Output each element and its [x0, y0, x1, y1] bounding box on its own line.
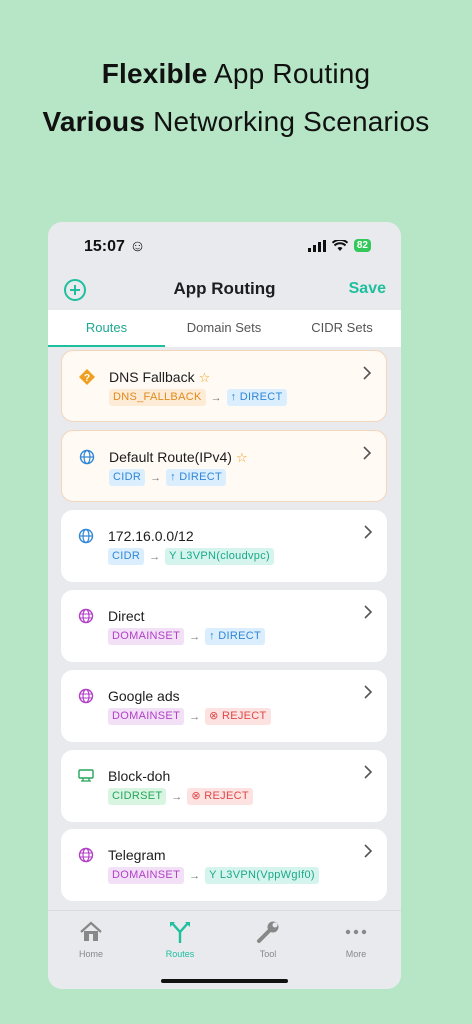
tabbar-more[interactable]: More — [326, 919, 386, 959]
route-title: Block-doh — [108, 768, 171, 784]
save-button[interactable]: Save — [349, 280, 386, 298]
star-icon: ☆ — [235, 450, 248, 465]
route-card[interactable]: Default Route(IPv4) ☆ CIDR → ↑ DIRECT — [61, 430, 387, 502]
tabbar-more-label: More — [345, 949, 367, 959]
route-card[interactable]: 172.16.0.0/12 CIDR → Y L3VPN(cloudvpc) — [61, 510, 387, 582]
route-card[interactable]: Google ads DOMAINSET → ⊗ REJECT — [61, 670, 387, 742]
routes-icon — [170, 922, 190, 943]
target-tag: ⊗ REJECT — [187, 788, 253, 805]
headline-line-1: Flexible App Routing — [101, 58, 371, 89]
smiley-icon: ☺ — [129, 238, 146, 255]
tab-domain-sets[interactable]: Domain Sets — [165, 320, 283, 335]
tabbar-home-label: Home — [78, 949, 103, 959]
signal-icon — [307, 239, 326, 252]
target-tag: ↑ DIRECT — [166, 469, 226, 486]
globe-icon — [79, 449, 95, 465]
arrow-icon: → — [171, 790, 183, 803]
route-title: Telegram — [108, 847, 166, 863]
segment-tabs: Routes Domain Sets CIDR Sets — [48, 310, 401, 347]
tab-indicator — [48, 345, 165, 347]
tab-cidr-sets[interactable]: CIDR Sets — [283, 320, 401, 335]
source-tag: CIDR — [108, 548, 145, 565]
wifi-icon — [331, 239, 348, 251]
arrow-icon: → — [189, 630, 201, 643]
tab-routes[interactable]: Routes — [48, 320, 165, 335]
route-card[interactable]: Block-doh CIDRSET → ⊗ REJECT — [61, 750, 387, 822]
home-icon — [80, 921, 102, 941]
target-tag: ⊗ REJECT — [205, 708, 271, 725]
source-tag: CIDRSET — [108, 788, 167, 805]
chevron-right-icon — [363, 366, 372, 380]
navbar: App Routing Save — [48, 272, 401, 310]
globe-grid-icon — [78, 608, 94, 624]
arrow-icon: → — [210, 391, 222, 404]
more-icon — [345, 929, 367, 935]
home-indicator[interactable] — [161, 979, 288, 983]
target-tag: Y L3VPN(VppWgIf0) — [205, 867, 319, 884]
globe-icon — [78, 528, 94, 544]
globe-grid-icon — [78, 847, 94, 863]
route-card[interactable]: Telegram DOMAINSET → Y L3VPN(VppWgIf0) — [61, 829, 387, 901]
route-title: Default Route(IPv4) — [109, 449, 232, 465]
route-title: Google ads — [108, 688, 180, 704]
chevron-right-icon — [364, 685, 373, 699]
status-time: 15:07 ☺ — [84, 238, 146, 255]
bottom-tab-bar: Home Routes Tool More — [48, 910, 401, 989]
tabbar-routes-label: Routes — [165, 949, 195, 959]
wrench-icon — [257, 921, 279, 943]
globe-grid-icon — [78, 688, 94, 704]
tabbar-routes[interactable]: Routes — [150, 919, 210, 959]
chevron-right-icon — [364, 605, 373, 619]
tabbar-tool-label: Tool — [259, 949, 277, 959]
chevron-right-icon — [364, 525, 373, 539]
route-card[interactable]: ? DNS Fallback ☆ DNS_FALLBACK → ↑ DIRECT — [61, 350, 387, 422]
tabbar-home[interactable]: Home — [61, 919, 121, 959]
route-title: Direct — [108, 608, 145, 624]
source-tag: DOMAINSET — [108, 628, 185, 645]
arrow-icon: → — [150, 471, 162, 484]
route-title: DNS Fallback — [109, 369, 195, 385]
chevron-right-icon — [363, 446, 372, 460]
arrow-icon: → — [189, 869, 201, 882]
status-bar: 15:07 ☺ 82 — [48, 222, 401, 272]
tabbar-tool[interactable]: Tool — [238, 919, 298, 959]
source-tag: CIDR — [109, 469, 146, 486]
source-tag: DOMAINSET — [108, 867, 185, 884]
svg-text:?: ? — [84, 373, 90, 384]
chevron-right-icon — [364, 844, 373, 858]
chevron-right-icon — [364, 765, 373, 779]
star-icon: ☆ — [198, 370, 211, 385]
phone-screen: 15:07 ☺ 82 App Routing Save Routes Domai… — [48, 222, 401, 989]
network-icon — [78, 769, 94, 782]
target-tag: ↑ DIRECT — [205, 628, 265, 645]
source-tag: DOMAINSET — [108, 708, 185, 725]
arrow-icon: → — [149, 550, 161, 563]
battery-indicator: 82 — [353, 239, 371, 252]
route-title: 172.16.0.0/12 — [108, 528, 194, 544]
target-tag: ↑ DIRECT — [226, 389, 287, 406]
target-tag: Y L3VPN(cloudvpc) — [165, 548, 274, 565]
dns-diamond-icon: ? — [79, 369, 95, 385]
headline-line-2: Various Networking Scenarios — [42, 106, 430, 137]
route-card[interactable]: Direct DOMAINSET → ↑ DIRECT — [61, 590, 387, 662]
arrow-icon: → — [189, 710, 201, 723]
source-tag: DNS_FALLBACK — [109, 389, 206, 406]
